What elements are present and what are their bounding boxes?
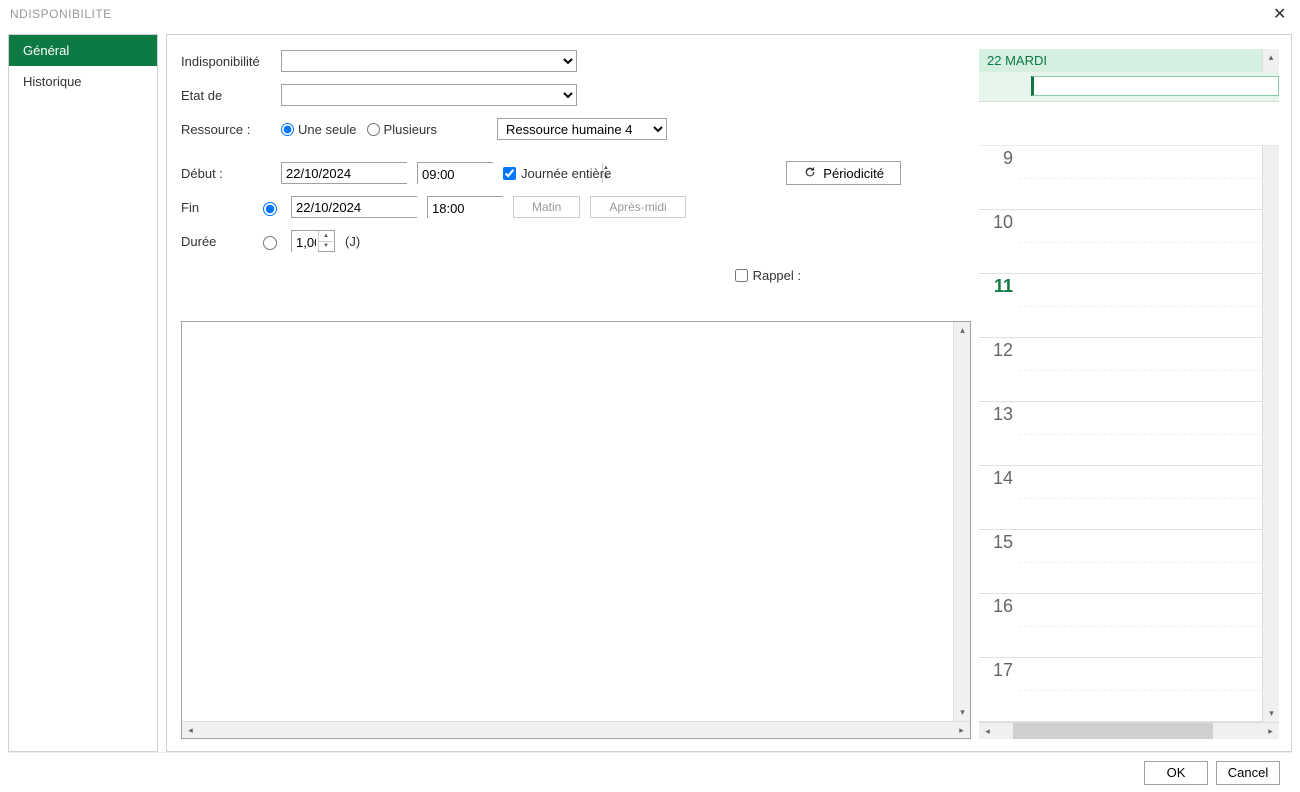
notes-vscrollbar[interactable]: ▴ ▾ xyxy=(953,322,970,721)
start-time-input[interactable]: ▲ ▼ xyxy=(417,162,493,184)
reminder-checkbox[interactable]: Rappel : xyxy=(735,268,801,283)
unavailability-select[interactable] xyxy=(281,50,577,72)
calendar-hour-slot[interactable] xyxy=(1019,530,1262,593)
window-title: NDISPONIBILITE xyxy=(10,7,112,21)
scroll-left-icon[interactable]: ◂ xyxy=(182,722,199,739)
calendar-hour-row[interactable]: 17 xyxy=(979,658,1262,722)
dialog-footer: OK Cancel xyxy=(8,752,1292,792)
periodicity-button[interactable]: Périodicité xyxy=(786,161,901,185)
calendar-hour-row[interactable]: 10 xyxy=(979,210,1262,274)
end-time-input[interactable]: ▲ ▼ xyxy=(427,196,503,218)
scroll-down-icon[interactable]: ▾ xyxy=(1263,705,1279,722)
sidebar: Général Historique xyxy=(8,34,158,752)
reminder-label: Rappel : xyxy=(753,268,801,283)
sidebar-item-label: Général xyxy=(23,43,69,58)
calendar-hour-row[interactable]: 16 xyxy=(979,594,1262,658)
calendar-day-header: 22 MARDI xyxy=(979,49,1262,72)
calendar-hour-label: 9 xyxy=(979,146,1019,209)
calendar-hour-slot[interactable] xyxy=(1019,210,1262,273)
sidebar-item-general[interactable]: Général xyxy=(9,35,157,66)
end-radio[interactable] xyxy=(263,202,277,216)
resource-mode-multiple[interactable]: Plusieurs xyxy=(367,122,437,137)
calendar-grid[interactable]: 91011121314151617 xyxy=(979,146,1262,722)
calendar-allday-slot[interactable] xyxy=(979,72,1279,102)
all-day-label: Journée entière xyxy=(521,166,611,181)
calendar-vscrollbar[interactable]: ▾ xyxy=(1262,146,1279,722)
scroll-left-icon[interactable]: ◂ xyxy=(979,723,996,740)
all-day-checkbox[interactable]: Journée entière xyxy=(503,166,611,181)
resource-single-radio[interactable] xyxy=(281,123,294,136)
resource-select[interactable]: Ressource humaine 4 xyxy=(497,118,667,140)
calendar-hour-row[interactable]: 14 xyxy=(979,466,1262,530)
all-day-check[interactable] xyxy=(503,167,516,180)
calendar-hour-row[interactable]: 11 xyxy=(979,274,1262,338)
start-label: Début : xyxy=(181,166,281,181)
close-icon[interactable]: ✕ xyxy=(1270,4,1290,24)
calendar-hour-slot[interactable] xyxy=(1019,402,1262,465)
titlebar: NDISPONIBILITE ✕ xyxy=(0,0,1300,28)
notes-hscrollbar[interactable]: ◂ ▸ xyxy=(182,721,970,738)
end-date-input[interactable]: ▾ xyxy=(291,196,417,218)
scroll-up-icon[interactable]: ▴ xyxy=(954,322,971,339)
periodicity-label: Périodicité xyxy=(823,166,884,181)
spin-down-icon[interactable]: ▼ xyxy=(319,242,333,252)
notes-area: ▴ ▾ ◂ ▸ xyxy=(181,321,971,739)
scroll-right-icon[interactable]: ▸ xyxy=(1262,723,1279,740)
afternoon-button[interactable]: Après-midi xyxy=(590,196,685,218)
duration-field[interactable] xyxy=(292,231,318,253)
scroll-thumb[interactable] xyxy=(1013,723,1213,739)
calendar-panel: 22 MARDI ▴ 91011121314151617 ▾ ◂ xyxy=(979,49,1279,739)
resource-multiple-label: Plusieurs xyxy=(384,122,437,137)
spin-up-icon[interactable]: ▲ xyxy=(319,231,333,242)
resource-label: Ressource : xyxy=(181,122,281,137)
start-date-input[interactable]: ▾ xyxy=(281,162,407,184)
scroll-down-icon[interactable]: ▾ xyxy=(954,704,971,721)
calendar-hour-slot[interactable] xyxy=(1019,146,1262,209)
scroll-up-icon[interactable]: ▴ xyxy=(1262,49,1279,72)
notes-textarea[interactable] xyxy=(182,322,953,721)
ok-button[interactable]: OK xyxy=(1144,761,1208,785)
calendar-hscrollbar[interactable]: ◂ ▸ xyxy=(979,722,1279,739)
calendar-hour-label: 12 xyxy=(979,338,1019,401)
reminder-check[interactable] xyxy=(735,269,748,282)
calendar-event-bar[interactable] xyxy=(1031,76,1279,96)
duration-input[interactable]: ▲ ▼ xyxy=(291,230,335,252)
calendar-hour-slot[interactable] xyxy=(1019,658,1262,721)
calendar-hour-slot[interactable] xyxy=(1019,594,1262,657)
calendar-hour-label: 11 xyxy=(979,274,1019,337)
duration-unit: (J) xyxy=(345,234,360,249)
resource-single-label: Une seule xyxy=(298,122,357,137)
calendar-hour-slot[interactable] xyxy=(1019,338,1262,401)
calendar-hour-label: 17 xyxy=(979,658,1019,721)
calendar-hour-row[interactable]: 9 xyxy=(979,146,1262,210)
resource-multiple-radio[interactable] xyxy=(367,123,380,136)
morning-button[interactable]: Matin xyxy=(513,196,580,218)
calendar-hour-slot[interactable] xyxy=(1019,466,1262,529)
refresh-icon xyxy=(803,165,817,182)
calendar-hour-row[interactable]: 12 xyxy=(979,338,1262,402)
calendar-hour-row[interactable]: 15 xyxy=(979,530,1262,594)
resource-mode-single[interactable]: Une seule xyxy=(281,122,357,137)
calendar-hour-label: 14 xyxy=(979,466,1019,529)
calendar-hour-row[interactable]: 13 xyxy=(979,402,1262,466)
unavailability-label: Indisponibilité xyxy=(181,54,281,69)
sidebar-item-historique[interactable]: Historique xyxy=(9,66,157,97)
calendar-hour-label: 13 xyxy=(979,402,1019,465)
duration-radio[interactable] xyxy=(263,236,277,250)
scroll-right-icon[interactable]: ▸ xyxy=(953,722,970,739)
state-label: Etat de xyxy=(181,88,281,103)
calendar-hour-label: 10 xyxy=(979,210,1019,273)
calendar-hour-label: 16 xyxy=(979,594,1019,657)
cancel-button[interactable]: Cancel xyxy=(1216,761,1280,785)
calendar-hour-label: 15 xyxy=(979,530,1019,593)
calendar-hour-slot[interactable] xyxy=(1019,274,1262,337)
state-select[interactable] xyxy=(281,84,577,106)
sidebar-item-label: Historique xyxy=(23,74,82,89)
